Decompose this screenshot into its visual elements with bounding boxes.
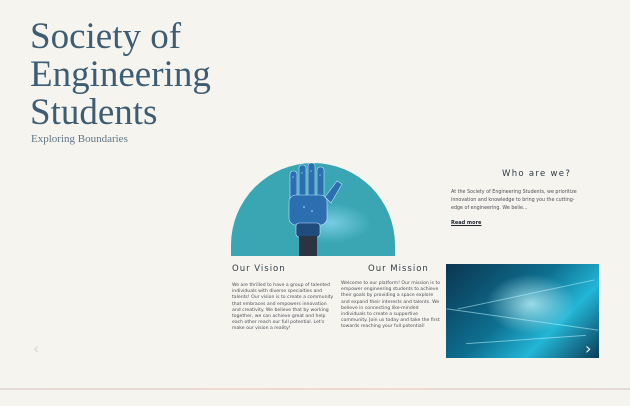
mission-text: Welcome to our platform! Our mission is …: [341, 281, 441, 330]
slider-prev-arrow-icon[interactable]: ‹: [33, 341, 39, 357]
vision-heading: Our Vision: [232, 264, 286, 274]
slider-next-arrow-icon[interactable]: ›: [585, 341, 591, 357]
site-tagline: Exploring Boundaries: [31, 133, 128, 145]
site-title: Society of Engineering Students: [30, 16, 211, 133]
mission-heading: Our Mission: [368, 264, 429, 274]
footer-divider: [0, 388, 630, 390]
who-are-we-heading: Who are we?: [502, 169, 572, 179]
robot-hand-icon: [288, 163, 343, 256]
vision-text: We are thrilled to have a group of talen…: [232, 283, 334, 332]
tech-abstract-image: [446, 264, 599, 358]
read-more-link[interactable]: Read more: [451, 220, 481, 226]
who-are-we-text: At the Society of Engineering Students, …: [451, 190, 577, 212]
hero-robot-hand-image: [231, 163, 395, 256]
